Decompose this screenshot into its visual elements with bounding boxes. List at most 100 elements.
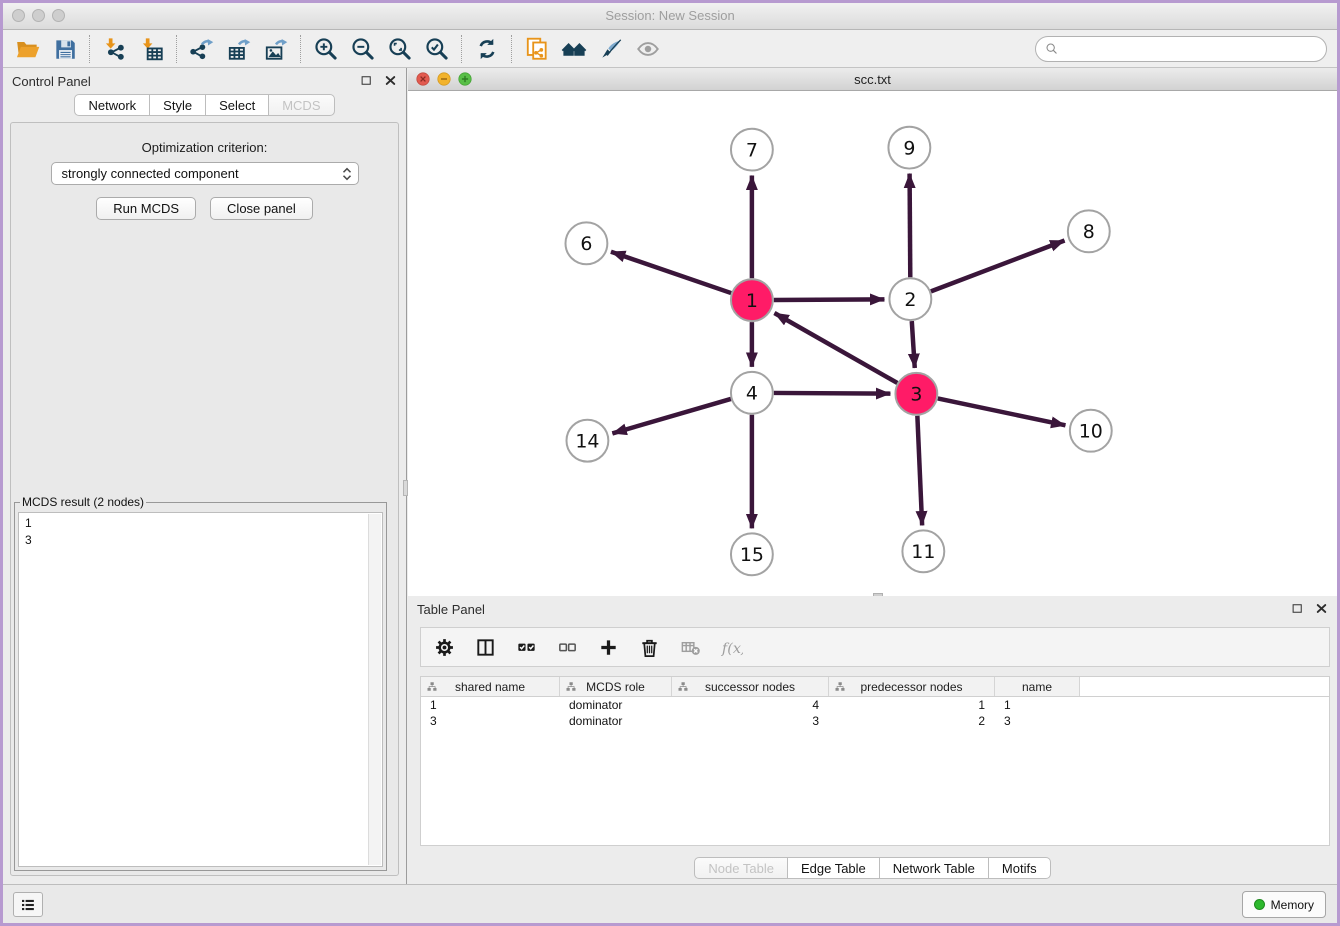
- export-table-icon[interactable]: [220, 33, 257, 65]
- tab-network-table[interactable]: Network Table: [879, 857, 989, 879]
- edge-2-3[interactable]: [912, 321, 915, 368]
- export-network-icon[interactable]: [183, 33, 220, 65]
- svg-text:1: 1: [746, 290, 758, 312]
- edge-4-14[interactable]: [612, 399, 731, 433]
- column-header-shared-name[interactable]: shared name: [421, 677, 560, 696]
- node-4[interactable]: 4: [731, 372, 773, 414]
- control-panel-header: Control Panel: [3, 68, 406, 94]
- svg-text:4: 4: [746, 382, 758, 404]
- close-panel-icon[interactable]: [383, 73, 398, 88]
- float-panel-icon[interactable]: [359, 73, 374, 88]
- svg-text:14: 14: [575, 430, 599, 452]
- edge-2-9[interactable]: [910, 174, 911, 278]
- toolbar-buttons: [9, 33, 666, 65]
- tab-select[interactable]: Select: [205, 94, 269, 116]
- zoom-selected-icon[interactable]: [418, 33, 455, 65]
- cell-name[interactable]: 3: [995, 713, 1080, 729]
- tab-node-table[interactable]: Node Table: [694, 857, 788, 879]
- cell-MCDS-role[interactable]: dominator: [560, 713, 672, 729]
- column-header-predecessor-nodes[interactable]: predecessor nodes: [829, 677, 995, 696]
- cell-successor-nodes[interactable]: 4: [672, 697, 829, 713]
- node-2[interactable]: 2: [889, 278, 931, 320]
- select-all-icon[interactable]: [513, 634, 539, 660]
- optimization-criterion-select[interactable]: strongly connected component: [51, 162, 359, 185]
- save-icon[interactable]: [46, 33, 83, 65]
- tab-style[interactable]: Style: [149, 94, 206, 116]
- table-row[interactable]: 1dominator411: [421, 697, 1329, 713]
- cell-shared-name[interactable]: 3: [421, 713, 560, 729]
- cell-MCDS-role[interactable]: dominator: [560, 697, 672, 713]
- tab-motifs[interactable]: Motifs: [988, 857, 1051, 879]
- run-mcds-button[interactable]: Run MCDS: [96, 197, 196, 220]
- search-box[interactable]: [1035, 36, 1327, 62]
- node-3[interactable]: 3: [895, 373, 937, 415]
- open-folder-icon[interactable]: [9, 33, 46, 65]
- node-10[interactable]: 10: [1070, 410, 1112, 452]
- optimization-criterion-label: Optimization criterion:: [11, 140, 398, 155]
- edge-1-2[interactable]: [774, 299, 885, 300]
- float-table-panel-icon[interactable]: [1290, 601, 1305, 616]
- edge-1-6[interactable]: [611, 252, 731, 293]
- gear-icon[interactable]: [431, 634, 457, 660]
- cell-predecessor-nodes[interactable]: 1: [829, 697, 995, 713]
- column-header-MCDS-role[interactable]: MCDS role: [560, 677, 672, 696]
- zoom-in-icon[interactable]: [307, 33, 344, 65]
- node-14[interactable]: 14: [566, 420, 608, 462]
- clone-network-icon[interactable]: [518, 33, 555, 65]
- zoom-out-icon[interactable]: [344, 33, 381, 65]
- control-panel-title: Control Panel: [12, 74, 91, 89]
- refresh-icon[interactable]: [468, 33, 505, 65]
- node-1[interactable]: 1: [731, 279, 773, 321]
- add-column-icon[interactable]: [595, 634, 621, 660]
- cell-shared-name[interactable]: 1: [421, 697, 560, 713]
- column-header-name[interactable]: name: [995, 677, 1080, 696]
- table-row[interactable]: 3dominator323: [421, 713, 1329, 729]
- network-view-titlebar: scc.txt: [408, 68, 1337, 91]
- tab-network[interactable]: Network: [74, 94, 150, 116]
- svg-text:6: 6: [580, 233, 592, 255]
- edge-2-8[interactable]: [931, 241, 1065, 292]
- search-icon: [1044, 41, 1060, 57]
- delete-column-icon[interactable]: [636, 634, 662, 660]
- result-scrollbar[interactable]: [368, 514, 381, 865]
- column-header-successor-nodes[interactable]: successor nodes: [672, 677, 829, 696]
- edge-3-11[interactable]: [917, 416, 922, 526]
- node-15[interactable]: 15: [731, 533, 773, 575]
- edge-3-10[interactable]: [938, 398, 1066, 425]
- task-history-button[interactable]: [13, 892, 43, 917]
- deselect-all-icon[interactable]: [554, 634, 580, 660]
- close-panel-button[interactable]: Close panel: [210, 197, 313, 220]
- cell-successor-nodes[interactable]: 3: [672, 713, 829, 729]
- control-panel-tabs: NetworkStyleSelectMCDS: [3, 94, 406, 116]
- node-9[interactable]: 9: [888, 127, 930, 169]
- memory-button[interactable]: Memory: [1242, 891, 1326, 918]
- mcds-result-box: MCDS result (2 nodes) 13: [14, 495, 387, 871]
- import-network-icon[interactable]: [96, 33, 133, 65]
- session-home-icon[interactable]: [555, 33, 592, 65]
- node-table: shared nameMCDS rolesuccessor nodesprede…: [420, 676, 1330, 846]
- edge-3-1[interactable]: [774, 313, 897, 383]
- tab-edge-table[interactable]: Edge Table: [787, 857, 880, 879]
- tab-mcds[interactable]: MCDS: [268, 94, 334, 116]
- mcds-result-text[interactable]: 13: [18, 512, 383, 867]
- zoom-fit-icon[interactable]: [381, 33, 418, 65]
- node-7[interactable]: 7: [731, 129, 773, 171]
- svg-text:3: 3: [910, 383, 922, 405]
- edge-4-3[interactable]: [774, 393, 891, 394]
- columns-icon[interactable]: [472, 634, 498, 660]
- style-brush-icon[interactable]: [592, 33, 629, 65]
- network-canvas[interactable]: 7 9 6 8 1 2 4 3 14 10 15 11: [408, 91, 1337, 596]
- table-panel-title: Table Panel: [417, 602, 485, 617]
- network-graph[interactable]: 7 9 6 8 1 2 4 3 14 10 15 11: [408, 91, 1337, 596]
- export-image-icon[interactable]: [257, 33, 294, 65]
- table-tabs: Node TableEdge TableNetwork TableMotifs: [408, 857, 1337, 879]
- import-table-icon[interactable]: [133, 33, 170, 65]
- cell-predecessor-nodes[interactable]: 2: [829, 713, 995, 729]
- node-11[interactable]: 11: [902, 530, 944, 572]
- close-table-panel-icon[interactable]: [1314, 601, 1329, 616]
- node-6[interactable]: 6: [565, 222, 607, 264]
- search-input[interactable]: [1064, 41, 1318, 58]
- table-toolbar: f(x): [420, 627, 1330, 667]
- cell-name[interactable]: 1: [995, 697, 1080, 713]
- node-8[interactable]: 8: [1068, 210, 1110, 252]
